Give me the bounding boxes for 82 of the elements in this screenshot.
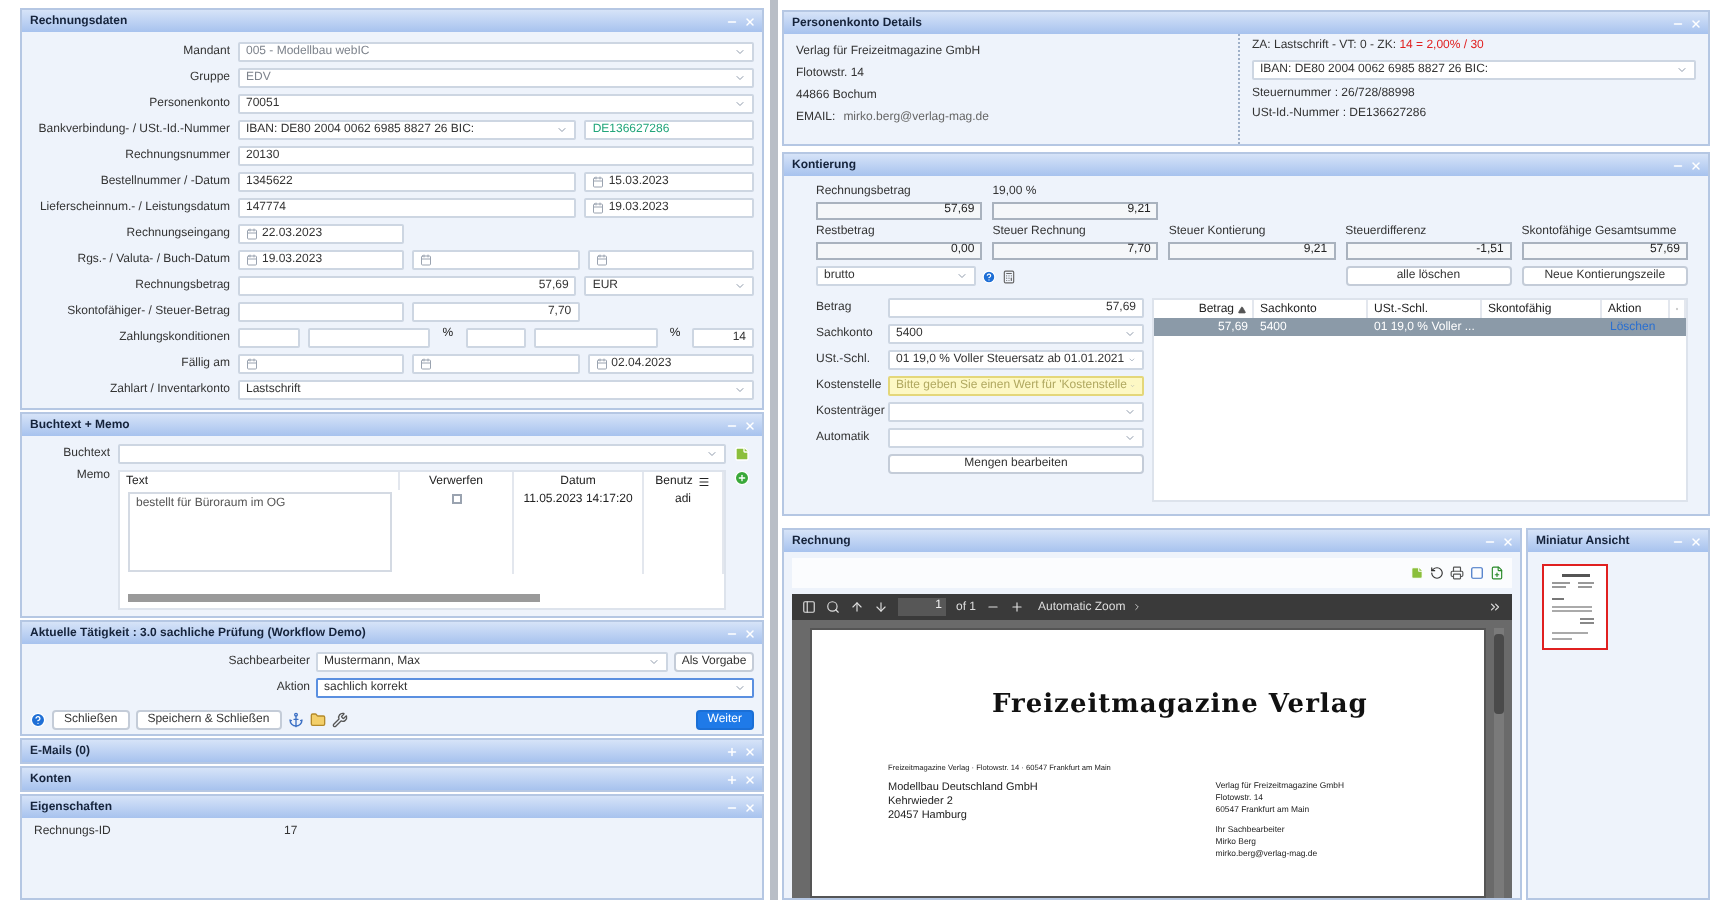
chevron-down-icon — [733, 279, 746, 291]
chevron-down-icon — [648, 656, 660, 668]
calendar-icon — [420, 253, 433, 265]
close-icon[interactable] — [744, 419, 756, 431]
scrollbar-thumb[interactable] — [128, 594, 540, 602]
date-field[interactable] — [412, 249, 580, 269]
undo-icon[interactable] — [1430, 566, 1444, 580]
close-icon[interactable] — [744, 15, 756, 27]
number-field[interactable] — [238, 327, 300, 347]
note-icon[interactable] — [1410, 566, 1424, 580]
close-icon[interactable] — [744, 801, 756, 813]
chevron-down-icon — [1124, 406, 1136, 418]
page-thumbnail[interactable] — [1542, 564, 1608, 650]
chevron-down-icon — [956, 270, 968, 282]
more-tools-icon[interactable] — [1488, 600, 1502, 614]
minimize-icon[interactable] — [726, 419, 738, 431]
close-icon[interactable] — [1690, 535, 1702, 547]
help-icon[interactable] — [982, 269, 996, 283]
chevron-down-icon — [734, 45, 746, 57]
expand-icon[interactable] — [726, 745, 738, 757]
chevron-down-icon — [556, 123, 569, 135]
calendar-icon — [420, 357, 433, 369]
dropdown-field[interactable] — [888, 428, 1144, 448]
sort-up-icon — [1238, 305, 1246, 313]
calendar-icon — [246, 357, 258, 369]
calendar-icon — [595, 357, 608, 369]
next-page-icon[interactable] — [874, 600, 888, 614]
chevron-down-icon — [706, 448, 718, 460]
chevron-down-icon — [1676, 64, 1688, 76]
chevron-down-icon — [1124, 432, 1136, 444]
minimize-icon[interactable] — [1672, 159, 1684, 171]
minimize-icon[interactable] — [1672, 535, 1684, 547]
chevron-down-icon — [1124, 328, 1136, 340]
calendar-icon — [246, 227, 258, 239]
document-heading: Freizeitmagazine Verlag — [990, 690, 1370, 720]
chevron-right-icon — [1131, 602, 1142, 612]
search-icon[interactable] — [826, 600, 840, 614]
calendar-icon — [246, 253, 258, 265]
minimize-icon[interactable] — [1672, 17, 1684, 29]
zoom-in-icon[interactable] — [1010, 600, 1025, 614]
expand-icon[interactable] — [726, 773, 738, 785]
chevron-down-icon — [734, 71, 746, 83]
dropdown-field[interactable] — [118, 444, 726, 464]
chevron-down-icon — [734, 383, 746, 395]
checkbox[interactable] — [451, 494, 461, 504]
close-icon[interactable] — [1502, 535, 1514, 547]
close-icon[interactable] — [744, 745, 756, 757]
dropdown-field[interactable] — [888, 402, 1144, 422]
calculator-icon[interactable] — [1002, 269, 1016, 283]
scrollbar-thumb[interactable] — [1494, 634, 1504, 714]
date-field[interactable] — [412, 353, 580, 373]
close-icon[interactable] — [1690, 159, 1702, 171]
tools-icon[interactable] — [331, 712, 348, 728]
number-field[interactable] — [534, 327, 658, 347]
date-field[interactable] — [238, 353, 405, 373]
help-icon[interactable] — [30, 712, 46, 728]
calendar-icon — [592, 201, 605, 213]
previous-page-icon[interactable] — [850, 600, 864, 614]
chevron-down-icon — [734, 682, 746, 694]
minimize-icon[interactable] — [726, 15, 738, 27]
calendar-icon — [595, 253, 608, 265]
zoom-out-icon[interactable] — [986, 600, 1001, 614]
note-icon[interactable] — [734, 446, 750, 462]
minimize-icon[interactable] — [726, 801, 738, 813]
close-icon[interactable] — [744, 773, 756, 785]
anchor-icon[interactable] — [287, 712, 304, 728]
window-icon[interactable] — [1470, 566, 1484, 580]
print-icon[interactable] — [1450, 566, 1464, 580]
minimize-icon[interactable] — [1484, 535, 1496, 547]
number-field[interactable] — [307, 327, 431, 347]
number-field[interactable] — [238, 301, 405, 321]
add-file-icon[interactable] — [1490, 566, 1504, 580]
close-icon[interactable] — [1690, 17, 1702, 29]
chevron-down-icon — [734, 97, 746, 109]
add-icon[interactable] — [734, 470, 750, 486]
close-icon[interactable] — [744, 627, 756, 639]
folder-icon[interactable] — [309, 712, 326, 728]
sidebar-toggle-icon[interactable] — [802, 600, 816, 614]
minimize-icon[interactable] — [726, 627, 738, 639]
calendar-icon — [592, 175, 605, 187]
date-field[interactable] — [587, 249, 754, 269]
number-field[interactable] — [465, 327, 527, 347]
